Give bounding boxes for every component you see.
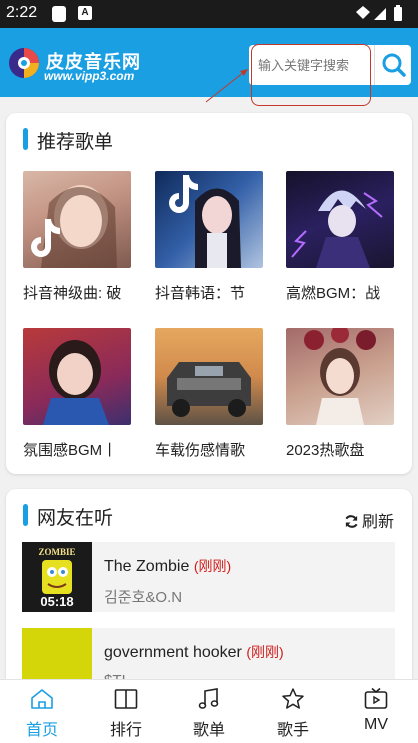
playlist-name: 抖音韩语：节 — [155, 285, 246, 302]
search-icon — [382, 53, 406, 77]
song-time-tag: (刚刚) — [246, 644, 284, 660]
nav-label: 排行 — [109, 722, 142, 739]
playlist-item[interactable]: 抖音神级曲: 破 — [23, 171, 131, 303]
song-title: government hooker — [104, 644, 242, 661]
section-title: 推荐歌单 — [37, 132, 114, 153]
playlist-cover — [23, 328, 131, 425]
notification-icon — [52, 6, 66, 22]
svg-text:ZOMBIE: ZOMBIE — [38, 547, 75, 557]
song-thumbnail: ZOMBIE 05:18 — [22, 542, 92, 612]
section-title: 网友在听 — [37, 508, 114, 529]
song-artist: 김준호&O.N — [104, 589, 183, 606]
playlist-cover — [155, 328, 263, 425]
nav-playlists[interactable]: 歌单 — [167, 680, 251, 743]
app-screen: 2:22 A 皮皮音乐网 www.vipp3.com 输入关键字搜索 推荐歌单 … — [0, 0, 418, 743]
playlist-name: 2023热歌盘 — [286, 442, 365, 459]
playlist-name: 氛围感BGM丨 — [23, 442, 118, 459]
nav-label: 歌手 — [276, 722, 309, 739]
annotation-highlight-box — [251, 44, 371, 106]
nav-label: MV — [364, 716, 388, 733]
annotation-arrow — [205, 69, 248, 103]
playlist-item[interactable]: 氛围感BGM丨 — [23, 328, 131, 460]
status-icons — [356, 5, 402, 21]
nav-label: 首页 — [25, 722, 58, 739]
playlist-cover — [23, 171, 131, 268]
playlist-cover — [286, 328, 394, 425]
playlist-item[interactable]: 高燃BGM：战 — [286, 171, 394, 303]
search-button[interactable] — [374, 45, 412, 85]
nav-ranking[interactable]: 排行 — [84, 680, 168, 743]
song-title: The Zombie — [104, 558, 190, 575]
playlist-cover — [155, 171, 263, 268]
battery-icon — [394, 7, 402, 21]
playlist-name: 高燃BGM：战 — [286, 285, 381, 302]
section-marker — [23, 128, 28, 150]
star-icon — [282, 688, 304, 709]
wifi-icon — [356, 6, 370, 19]
tv-icon — [364, 687, 388, 709]
refresh-icon — [345, 515, 358, 528]
playlist-item[interactable]: 抖音韩语：节 — [155, 171, 263, 303]
recommended-playlists-card: 推荐歌单 抖音神级曲: 破 抖音韩语：节 高燃BGM：战 氛围感BGM丨 车载伤… — [6, 113, 412, 474]
song-title-line: government hooker (刚刚) — [104, 642, 284, 662]
nav-home[interactable]: 首页 — [0, 680, 84, 743]
bottom-navigation: 首页 排行 歌单 歌手 MV — [0, 679, 418, 743]
logo-icon — [9, 48, 39, 78]
playlist-name: 抖音神级曲: 破 — [23, 285, 122, 302]
a-notification-icon: A — [78, 6, 92, 20]
status-time: 2:22 — [6, 4, 38, 21]
home-icon — [31, 689, 53, 709]
refresh-label: 刷新 — [361, 514, 394, 531]
song-title-line: The Zombie (刚刚) — [104, 556, 231, 576]
book-icon — [114, 689, 138, 709]
playlist-item[interactable]: 2023热歌盘 — [286, 328, 394, 460]
song-row[interactable]: ZOMBIE 05:18 The Zombie (刚刚) 김준호&O.N — [22, 542, 395, 612]
playlist-name: 车载伤感情歌 — [155, 442, 246, 459]
status-bar: 2:22 A — [0, 0, 418, 28]
nav-label: 歌单 — [192, 722, 225, 739]
brand-url: www.vipp3.com — [44, 69, 135, 83]
signal-icon — [374, 8, 386, 20]
playlist-cover — [286, 171, 394, 268]
song-time-tag: (刚刚) — [193, 558, 232, 574]
section-marker — [23, 504, 28, 526]
song-duration: 05:18 — [40, 594, 74, 609]
nav-singers[interactable]: 歌手 — [251, 680, 335, 743]
tiktok-icon — [169, 175, 198, 213]
refresh-button[interactable]: 刷新 — [344, 508, 394, 532]
music-note-icon — [198, 688, 219, 709]
nav-mv[interactable]: MV — [334, 680, 418, 743]
playlist-item[interactable]: 车载伤感情歌 — [155, 328, 263, 460]
